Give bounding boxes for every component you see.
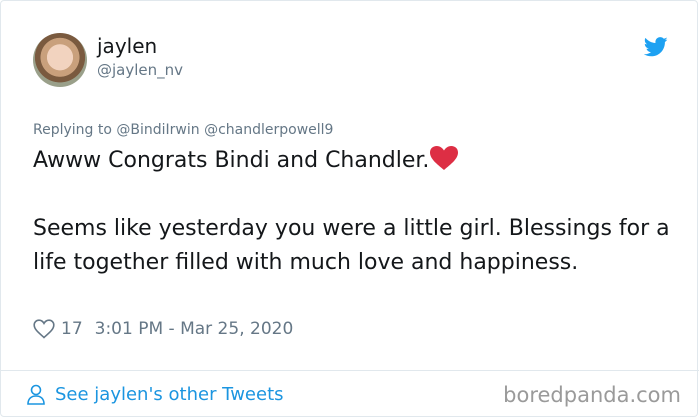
tweet-text: Awww Congrats Bindi and Chandler. Seems … (33, 144, 673, 280)
twitter-bird-icon[interactable] (644, 37, 668, 57)
display-name[interactable]: jaylen (97, 34, 157, 58)
watermark: boredpanda.com (503, 383, 681, 407)
timestamp[interactable]: 3:01 PM - Mar 25, 2020 (95, 319, 294, 339)
tweet-line-1: Awww Congrats Bindi and Chandler. (33, 148, 430, 173)
tweet-line-2: Seems like yesterday you were a little g… (33, 216, 670, 275)
replying-to[interactable]: Replying to @BindiIrwin @chandlerpowell9 (33, 122, 333, 138)
avatar[interactable] (33, 33, 87, 87)
see-other-tweets-label: See jaylen's other Tweets (55, 383, 284, 405)
see-other-tweets-link[interactable]: See jaylen's other Tweets (25, 383, 284, 405)
like-count: 17 (61, 319, 83, 339)
person-icon (27, 384, 45, 405)
user-handle[interactable]: @jaylen_nv (97, 61, 183, 79)
tweet-meta: 17 3:01 PM - Mar 25, 2020 (33, 319, 293, 339)
red-heart-icon (430, 146, 459, 170)
heart-outline-icon[interactable] (33, 319, 55, 339)
divider (1, 370, 699, 371)
tweet-card: jaylen @jaylen_nv Replying to @BindiIrwi… (0, 0, 699, 417)
